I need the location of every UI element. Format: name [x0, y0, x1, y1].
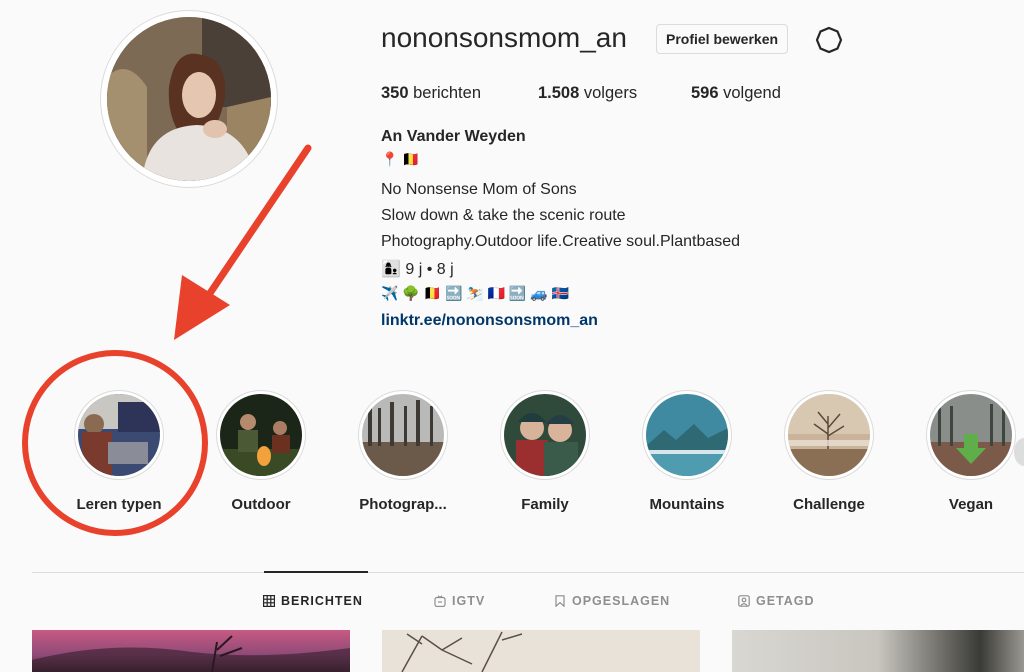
- posts-count: 350 berichten: [381, 84, 481, 103]
- bio-full-name: An Vander Weyden: [381, 128, 526, 145]
- followers-count[interactable]: 1.508 volgers: [538, 84, 637, 103]
- highlight-ring: [500, 390, 590, 480]
- annotation-arrow-icon: [174, 144, 312, 340]
- highlight-label: Mountains: [649, 496, 725, 513]
- following-count[interactable]: 596 volgend: [691, 84, 781, 103]
- gear-icon[interactable]: [815, 26, 843, 54]
- bio-line-1: No Nonsense Mom of Sons: [381, 181, 577, 198]
- post-thumbnail[interactable]: [732, 630, 1024, 672]
- annotation-circle: [22, 350, 208, 536]
- bio-line-2: Slow down & take the scenic route: [381, 207, 626, 224]
- highlight-ring: [642, 390, 732, 480]
- highlight-label: Vegan: [948, 496, 994, 513]
- highlight-cover: [362, 394, 444, 476]
- posts-count-label: berichten: [408, 84, 481, 102]
- highlight-photography[interactable]: Photograp...: [343, 390, 463, 513]
- highlight-challenge[interactable]: Challenge: [769, 390, 889, 513]
- highlight-cover: [504, 394, 586, 476]
- grid-icon: [263, 595, 275, 607]
- bookmark-icon: [555, 595, 565, 607]
- tab-label: OPGESLAGEN: [572, 594, 671, 608]
- highlight-family[interactable]: Family: [485, 390, 605, 513]
- highlight-cover: [930, 394, 1012, 476]
- highlight-label: Family: [521, 496, 569, 513]
- bio-link[interactable]: linktr.ee/nononsonsmom_an: [381, 312, 598, 330]
- following-count-value: 596: [691, 84, 719, 102]
- bio-line-4: 👩‍👦 9 j • 8 j: [381, 261, 454, 278]
- tab-label: IGTV: [452, 594, 486, 608]
- followers-count-label: volgers: [579, 84, 638, 102]
- profile-username: nononsonsmom_an: [381, 22, 627, 53]
- tab-label: BERICHTEN: [281, 594, 363, 608]
- post-thumbnail[interactable]: [32, 630, 350, 672]
- tab-label: GETAGD: [756, 594, 815, 608]
- tabs-divider: [32, 572, 1024, 573]
- highlight-ring: [358, 390, 448, 480]
- highlight-label: Photograp...: [359, 496, 447, 513]
- highlight-ring: [216, 390, 306, 480]
- highlight-ring: [784, 390, 874, 480]
- bio-line-5: ✈️ 🌳 🇧🇪 🔜 ⛷️ 🇫🇷 🔜 🚙 🇮🇸: [381, 285, 570, 301]
- followers-count-value: 1.508: [538, 84, 580, 102]
- tab-getagd[interactable]: GETAGD: [738, 594, 815, 608]
- tagged-icon: [738, 595, 750, 607]
- bio-location-line: 📍 🇧🇪: [381, 151, 420, 167]
- highlight-outdoor[interactable]: Outdoor: [201, 390, 321, 513]
- highlight-label: Challenge: [793, 496, 865, 513]
- highlight-ring: [926, 390, 1016, 480]
- post-thumbnail[interactable]: [382, 630, 700, 672]
- igtv-icon: [434, 595, 446, 607]
- active-tab-indicator: [264, 571, 368, 573]
- following-count-label: volgend: [718, 84, 781, 102]
- edit-profile-button[interactable]: Profiel bewerken: [656, 24, 789, 54]
- tab-berichten[interactable]: BERICHTEN: [263, 594, 363, 608]
- highlight-cover: [646, 394, 728, 476]
- posts-count-value: 350: [381, 84, 409, 102]
- highlight-mountains[interactable]: Mountains: [627, 390, 747, 513]
- tab-igtv[interactable]: IGTV: [434, 594, 485, 608]
- highlight-vegan[interactable]: Vegan: [911, 390, 1024, 513]
- highlight-label: Outdoor: [231, 496, 291, 513]
- bio-line-3: Photography.Outdoor life.Creative soul.P…: [381, 233, 741, 250]
- tab-opgeslagen[interactable]: OPGESLAGEN: [554, 594, 670, 608]
- highlight-cover: [788, 394, 870, 476]
- highlight-cover: [220, 394, 302, 476]
